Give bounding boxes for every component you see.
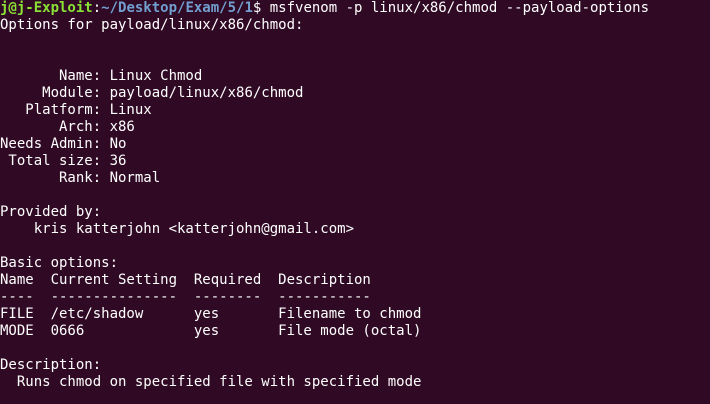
command-text: msfvenom -p linux/x86/chmod --payload-op… xyxy=(269,0,650,16)
info-key: Name: xyxy=(0,68,110,84)
info-key: Module: xyxy=(0,85,110,101)
info-row-rank: Rank: Normal xyxy=(0,170,710,187)
info-key: Arch: xyxy=(0,119,110,135)
output-header: Options for payload/linux/x86/chmod: xyxy=(0,17,304,33)
provided-by-label: Provided by: xyxy=(0,204,102,220)
description-text: Runs chmod on specified file with specif… xyxy=(0,374,422,390)
info-row-total-size: Total size: 36 xyxy=(0,153,710,170)
info-key: Needs Admin: xyxy=(0,136,110,152)
info-value: 36 xyxy=(109,153,127,169)
prompt-colon: : xyxy=(92,0,102,16)
command-line: j@j-Exploit:~/Desktop/Exam/5/1$ msfvenom… xyxy=(0,0,710,17)
prompt-path: ~/Desktop/Exam/5/1 xyxy=(101,0,253,16)
info-key: Platform: xyxy=(0,102,110,118)
info-value: payload/linux/x86/chmod xyxy=(109,85,304,101)
info-value: x86 xyxy=(109,119,135,135)
options-table-header: Name Current Setting Required Descriptio… xyxy=(0,272,371,288)
info-key: Total size: xyxy=(0,153,110,169)
info-value: No xyxy=(109,136,127,152)
info-row-arch: Arch: x86 xyxy=(0,119,710,136)
basic-options-label: Basic options: xyxy=(0,255,119,271)
terminal-window[interactable]: j@j-Exploit:~/Desktop/Exam/5/1$ msfvenom… xyxy=(0,0,710,404)
info-key: Rank: xyxy=(0,170,110,186)
author-line: kris katterjohn <katterjohn@gmail.com> xyxy=(0,221,355,237)
info-row-platform: Platform: Linux xyxy=(0,102,710,119)
info-value: Normal xyxy=(109,170,161,186)
options-table-row-mode: MODE 0666 yes File mode (octal) xyxy=(0,323,422,339)
info-value: Linux Chmod xyxy=(109,68,203,84)
options-table-rule: ---- --------------- -------- ----------… xyxy=(0,289,371,305)
prompt-user-host: j@j-Exploit xyxy=(0,0,93,16)
description-label: Description: xyxy=(0,357,102,373)
options-table-row-file: FILE /etc/shadow yes Filename to chmod xyxy=(0,306,422,322)
prompt-dollar: $ xyxy=(252,0,270,16)
info-row-module: Module: payload/linux/x86/chmod xyxy=(0,85,710,102)
info-row-needs-admin: Needs Admin: No xyxy=(0,136,710,153)
info-row-name: Name: Linux Chmod xyxy=(0,68,710,85)
info-value: Linux xyxy=(109,102,152,118)
